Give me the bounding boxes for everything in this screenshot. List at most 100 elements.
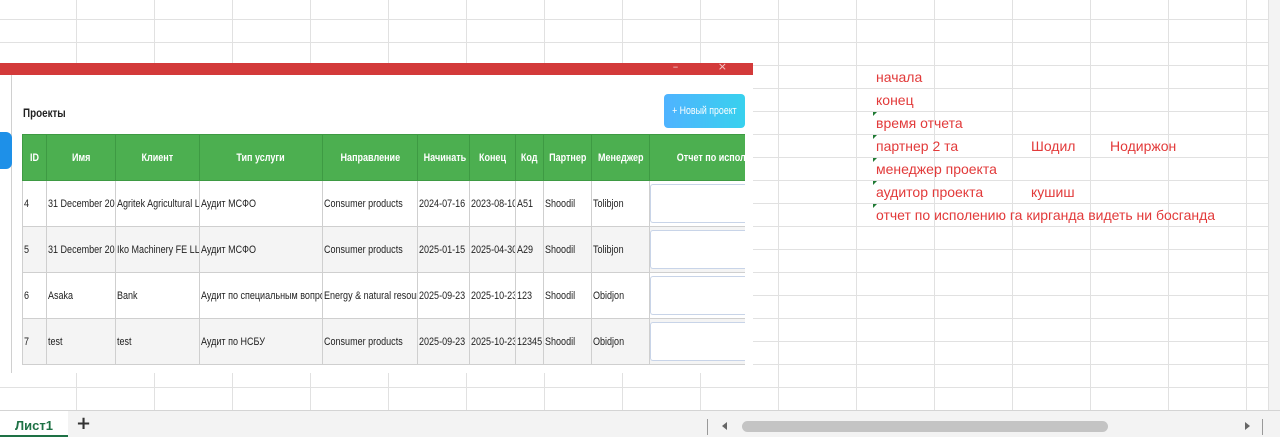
table-cell-client: Bank xyxy=(115,272,200,319)
table-cell-start: 2024-07-16 xyxy=(417,180,470,227)
table-cell-manager: Tolibjon xyxy=(591,226,650,273)
column-header-code[interactable]: Код xyxy=(515,134,544,181)
vertical-scrollbar[interactable] xyxy=(1268,0,1280,410)
table-cell-service-type: Аудит по специальным вопросам xyxy=(199,272,323,319)
note-row[interactable]: конец xyxy=(873,89,1280,112)
table-cell-code: 12345 xyxy=(515,318,544,365)
table-cell-name: 31 December 2024 xyxy=(46,226,116,273)
table-cell-code: A29 xyxy=(515,226,544,273)
table-cell-end: 2023-08-10 xyxy=(469,180,516,227)
note-cell-text: Нодиржон xyxy=(1110,138,1177,154)
table-cell-name: 31 December 2024 xyxy=(46,180,116,227)
table-cell-end: 2025-10-23 xyxy=(469,318,516,365)
table-cell-partner: Shoodil xyxy=(543,180,592,227)
table-cell-id: 5 xyxy=(22,226,47,273)
report-view-button[interactable]: видеть xyxy=(650,184,745,223)
note-cell-text: партнер 2 та xyxy=(876,138,959,154)
table-cell-direction: Consumer products xyxy=(322,180,418,227)
column-header-direction[interactable]: Направление xyxy=(322,134,418,181)
table-cell-manager: Tolibjon xyxy=(591,180,650,227)
table-cell-manager: Obidjon xyxy=(591,272,650,319)
report-view-button[interactable]: видеть xyxy=(650,322,745,361)
table-cell-direction: Energy & natural resources xyxy=(322,272,418,319)
scroll-left-arrow-icon[interactable] xyxy=(722,422,727,430)
projects-table: ID Имя Клиент Тип услуги Направление Начинать… xyxy=(22,134,745,365)
table-cell-report[interactable]: видеть xyxy=(649,180,745,227)
note-row[interactable]: аудитор проекта кушиш xyxy=(873,181,1280,204)
sheet-tab-active[interactable]: Лист1 xyxy=(0,411,68,437)
table-cell-report[interactable]: видеть xyxy=(649,226,745,273)
note-cell-text: кушиш xyxy=(1031,184,1075,200)
note-row[interactable]: менеджер проекта xyxy=(873,158,1280,181)
table-cell-start: 2025-09-23 xyxy=(417,272,470,319)
table-cell-name: Asaka xyxy=(46,272,116,319)
table-cell-partner: Shoodil xyxy=(543,318,592,365)
table-cell-start: 2025-09-23 xyxy=(417,318,470,365)
note-cell-text: конец xyxy=(876,92,914,108)
new-project-button[interactable]: + Новый проект xyxy=(664,94,745,128)
sidebar-active-accent[interactable] xyxy=(0,132,12,169)
column-header-manager[interactable]: Менеджер xyxy=(591,134,650,181)
table-row[interactable]: 531 December 2024Iko Machinery FE LLCАуд… xyxy=(22,226,745,273)
note-row[interactable]: время отчета xyxy=(873,112,1280,135)
table-cell-client: Iko Machinery FE LLC xyxy=(115,226,200,273)
column-header-start[interactable]: Начинать xyxy=(417,134,470,181)
table-cell-report[interactable]: видеть xyxy=(649,272,745,319)
table-cell-start: 2025-01-15 xyxy=(417,226,470,273)
note-cell-text: менеджер проекта xyxy=(876,161,997,177)
table-cell-id: 4 xyxy=(22,180,47,227)
table-cell-service-type: Аудит МСФО xyxy=(199,226,323,273)
report-view-button[interactable]: видеть xyxy=(650,230,745,269)
table-cell-code: 123 xyxy=(515,272,544,319)
note-cell-text: аудитор проекта xyxy=(876,184,984,200)
table-cell-client: Agritek Agricultural LLC xyxy=(115,180,200,227)
note-cell-text: отчет по исполению га кирганда видеть ни… xyxy=(876,207,1216,223)
column-header-report[interactable]: Отчет по исполнению xyxy=(649,134,745,181)
table-cell-direction: Consumer products xyxy=(322,318,418,365)
table-row[interactable]: 6AsakaBankАудит по специальным вопросамE… xyxy=(22,272,745,319)
note-row[interactable]: партнер 2 таШодилНодиржонН xyxy=(873,135,1280,158)
scroll-separator-right xyxy=(1262,419,1263,435)
note-cell-text: Шодил xyxy=(1031,138,1076,154)
column-header-service-type[interactable]: Тип услуги xyxy=(199,134,323,181)
projects-table-container: ID Имя Клиент Тип услуги Направление Начинать… xyxy=(22,134,745,366)
table-cell-end: 2025-10-23 xyxy=(469,272,516,319)
note-cell-text: время отчета xyxy=(876,115,963,131)
note-row[interactable]: начала xyxy=(873,66,1280,89)
table-cell-id: 6 xyxy=(22,272,47,319)
sheet-notes: начала конец время отчета партнер 2 та Шодил… xyxy=(873,66,1280,227)
report-view-button[interactable]: видеть xyxy=(650,276,745,315)
add-sheet-button[interactable]: + xyxy=(76,415,91,433)
column-header-name[interactable]: Имя xyxy=(46,134,116,181)
table-cell-name: test xyxy=(46,318,116,365)
table-cell-report[interactable]: видеть xyxy=(649,318,745,365)
table-row[interactable]: 431 December 2024Agritek Agricultural LL… xyxy=(22,180,745,227)
window-titlebar: – × xyxy=(0,63,753,75)
table-cell-partner: Shoodil xyxy=(543,272,592,319)
table-cell-service-type: Аудит МСФО xyxy=(199,180,323,227)
table-header-row: ID Имя Клиент Тип услуги Направление Начинать… xyxy=(22,134,745,181)
note-cell-text: начала xyxy=(876,69,923,85)
horizontal-scroll-thumb[interactable] xyxy=(742,421,1108,432)
embedded-screenshot: – × Проекты + Новый проект ID Имя Клиент Ти… xyxy=(0,63,753,373)
scroll-separator xyxy=(707,419,708,435)
sheet-tab-bar: Лист1 + xyxy=(0,410,1280,437)
table-cell-partner: Shoodil xyxy=(543,226,592,273)
window-controls[interactable]: – × xyxy=(673,63,745,73)
table-cell-code: A51 xyxy=(515,180,544,227)
table-cell-manager: Obidjon xyxy=(591,318,650,365)
column-header-end[interactable]: Конец xyxy=(469,134,516,181)
table-cell-id: 7 xyxy=(22,318,47,365)
table-cell-client: test xyxy=(115,318,200,365)
column-header-id[interactable]: ID xyxy=(22,134,47,181)
left-sidebar-strip xyxy=(0,75,12,373)
table-row[interactable]: 7 test test Аудит по НСБУ Consumer products 2… xyxy=(22,318,745,365)
table-cell-end: 2025-04-30 xyxy=(469,226,516,273)
column-header-partner[interactable]: Партнер xyxy=(543,134,592,181)
scroll-right-arrow-icon[interactable] xyxy=(1245,422,1250,430)
note-row[interactable]: отчет по исполению га кирганда видеть ни… xyxy=(873,204,1280,227)
column-header-client[interactable]: Клиент xyxy=(115,134,200,181)
table-cell-service-type: Аудит по НСБУ xyxy=(199,318,323,365)
table-cell-direction: Consumer products xyxy=(322,226,418,273)
page-title: Проекты xyxy=(23,106,66,120)
